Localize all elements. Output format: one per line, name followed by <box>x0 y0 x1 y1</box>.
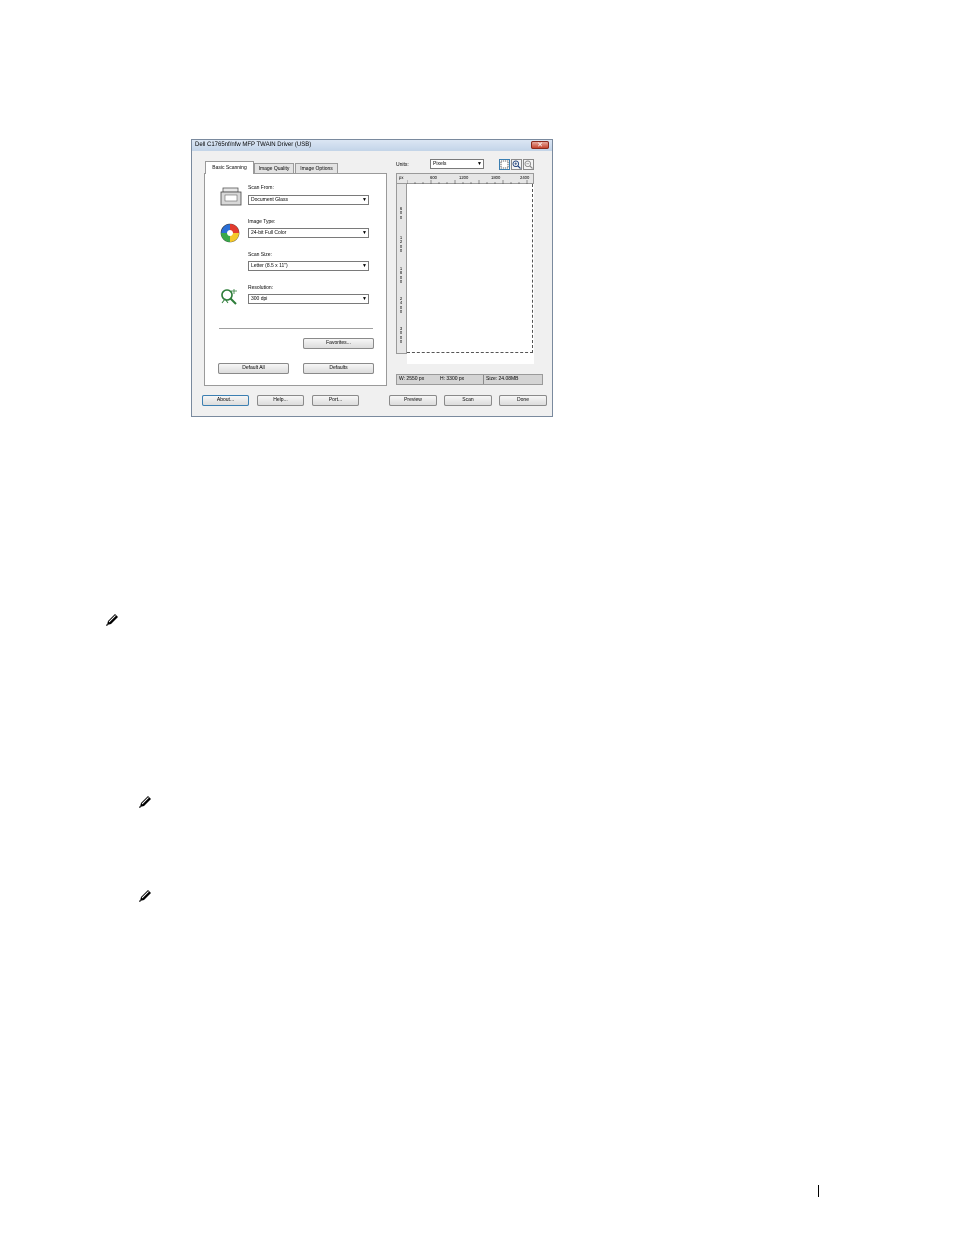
tab-basic-scanning[interactable]: Basic Scanning <box>205 161 254 174</box>
note-pencil-icon <box>139 796 151 808</box>
done-button[interactable]: Done <box>499 395 547 406</box>
ruler-tick-label: 2400 <box>399 296 403 315</box>
zoom-out-icon <box>524 160 533 169</box>
tab-image-options[interactable]: Image Options <box>295 163 338 173</box>
scan-from-select[interactable]: Document Glass ▼ <box>248 195 369 205</box>
units-select[interactable]: Pixels ▼ <box>430 159 484 169</box>
status-height: H: 3300 px <box>440 376 465 382</box>
resolution-value: 300 dpi <box>251 296 268 302</box>
ruler-tick-label: 600 <box>399 206 403 220</box>
help-button[interactable]: Help... <box>257 395 304 406</box>
zoom-in-icon <box>512 160 521 169</box>
resolution-select[interactable]: 300 dpi ▼ <box>248 294 369 304</box>
page-number-divider <box>818 1185 819 1197</box>
zoom-out-tool[interactable] <box>523 159 534 170</box>
ruler-ticks <box>407 180 528 184</box>
scan-from-value: Document Glass <box>251 197 288 203</box>
resolution-label: Resolution: <box>248 285 274 291</box>
preview-button[interactable]: Preview <box>389 395 437 406</box>
close-button[interactable]: ✕ <box>531 141 549 149</box>
scan-area-marquee[interactable] <box>407 184 533 353</box>
chevron-down-icon: ▼ <box>362 296 367 302</box>
image-type-label: Image Type: <box>248 219 276 225</box>
ruler-tick-label: 1200 <box>399 235 403 254</box>
window-title: Dell C1765nf/nfw MFP TWAIN Driver (USB) <box>195 142 312 148</box>
chevron-down-icon: ▼ <box>362 197 367 203</box>
port-button[interactable]: Port... <box>312 395 359 406</box>
select-area-tool[interactable] <box>499 159 510 170</box>
color-wheel-icon <box>220 223 240 243</box>
scan-size-select[interactable]: Letter (8.5 x 11") ▼ <box>248 261 369 271</box>
ruler-tick-label: 3000 <box>399 326 403 345</box>
chevron-down-icon: ▼ <box>362 230 367 236</box>
note-pencil-icon <box>139 890 151 902</box>
resolution-magnifier-icon <box>221 289 237 305</box>
ruler-unit-label: px <box>399 175 404 180</box>
defaults-button[interactable]: Defaults <box>303 363 374 374</box>
vertical-ruler: 600 1200 1800 2400 3000 <box>396 184 407 354</box>
status-width: W: 2550 px <box>399 376 425 382</box>
scan-button[interactable]: Scan <box>444 395 492 406</box>
chevron-down-icon: ▼ <box>362 263 367 269</box>
note-pencil-icon <box>106 614 118 626</box>
units-value: Pixels <box>433 161 447 167</box>
chevron-down-icon: ▼ <box>477 161 482 167</box>
units-label: Units: <box>396 162 409 168</box>
scanner-glass-icon <box>220 187 242 206</box>
scan-from-label: Scan From: <box>248 185 274 191</box>
separator <box>219 328 373 329</box>
title-bar: Dell C1765nf/nfw MFP TWAIN Driver (USB) … <box>192 140 552 151</box>
horizontal-ruler: px 600 1200 1800 2400 <box>396 173 534 184</box>
tab-image-quality[interactable]: Image Quality <box>254 163 294 173</box>
favorites-button[interactable]: Favorites... <box>303 338 374 349</box>
default-all-button[interactable]: Default All <box>218 363 289 374</box>
image-type-select[interactable]: 24-bit Full Color ▼ <box>248 228 369 238</box>
image-type-value: 24-bit Full Color <box>251 230 287 236</box>
scan-size-value: Letter (8.5 x 11") <box>251 263 288 269</box>
zoom-in-tool[interactable] <box>511 159 522 170</box>
status-divider <box>483 375 484 384</box>
twain-driver-dialog: Dell C1765nf/nfw MFP TWAIN Driver (USB) … <box>191 139 553 417</box>
ruler-tick-label: 1800 <box>399 266 403 285</box>
scan-size-label: Scan Size: <box>248 252 272 258</box>
status-size: Size: 24.08MB <box>486 376 519 382</box>
close-icon: ✕ <box>537 142 543 149</box>
status-bar: W: 2550 px H: 3300 px Size: 24.08MB <box>396 374 543 385</box>
select-area-icon <box>500 160 509 169</box>
about-button[interactable]: About... <box>202 395 249 406</box>
